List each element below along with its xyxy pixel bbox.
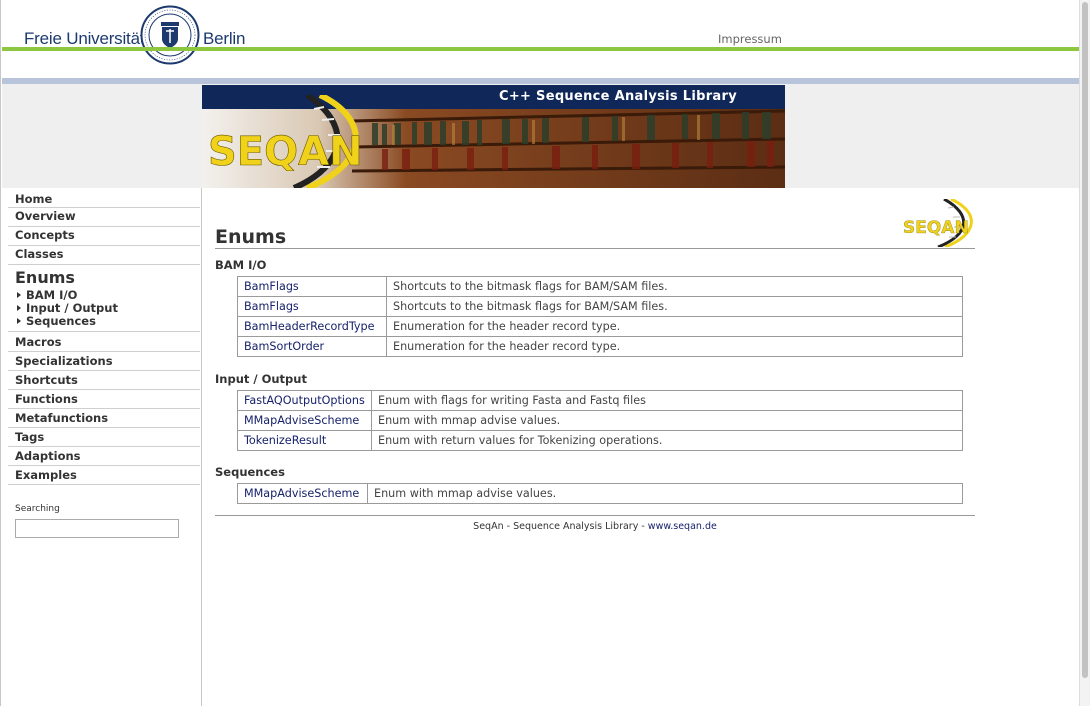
university-seal-icon[interactable]	[140, 5, 200, 65]
enum-description: Enumeration for the header record type.	[386, 336, 963, 357]
nav-divider	[8, 264, 200, 265]
enum-description: Enum with return values for Tokenizing o…	[371, 430, 963, 451]
nav-item-macros[interactable]: Macros	[15, 335, 202, 349]
nav-item-home[interactable]: Home	[15, 192, 202, 206]
nav-item-adaptions[interactable]: Adaptions	[15, 449, 202, 463]
nav-subitem-sequences[interactable]: Sequences	[17, 314, 96, 328]
page-title: Enums	[215, 226, 287, 248]
enum-description: Enum with mmap advise values.	[371, 410, 963, 431]
nav-divider	[8, 484, 200, 485]
footer-link[interactable]: www.seqan.de	[648, 521, 717, 532]
arrow-right-icon	[17, 318, 21, 324]
sidebar-nav: Home Overview Concepts Classes Enums BAM…	[2, 188, 202, 706]
nav-divider	[8, 351, 200, 352]
brand-right-text[interactable]: Berlin	[203, 29, 245, 49]
nav-divider	[8, 465, 200, 466]
nav-item-enums-current[interactable]: Enums	[15, 268, 75, 287]
nav-divider	[8, 370, 200, 371]
enum-table-bam-io: BamFlags Shortcuts to the bitmask flags …	[237, 276, 963, 357]
enum-link[interactable]: MMapAdviseScheme	[237, 410, 372, 431]
nav-divider	[8, 408, 200, 409]
enum-link[interactable]: BamFlags	[237, 296, 387, 317]
footer-divider	[215, 515, 975, 516]
enum-link[interactable]: BamSortOrder	[237, 336, 387, 357]
section-heading-bam-io: BAM I/O	[215, 258, 267, 272]
title-divider	[215, 248, 975, 249]
search-label: Searching	[15, 504, 60, 514]
nav-item-specializations[interactable]: Specializations	[15, 354, 202, 368]
vertical-scrollbar[interactable]	[1079, 0, 1090, 706]
seqan-small-logo-icon: SEQAN	[903, 199, 973, 247]
nav-divider	[8, 245, 200, 246]
enum-link[interactable]: BamHeaderRecordType	[237, 316, 387, 337]
nav-item-examples[interactable]: Examples	[15, 468, 202, 482]
table-row: BamHeaderRecordType Enumeration for the …	[237, 316, 963, 337]
small-logo-text: SEQAN	[903, 218, 969, 238]
enum-link[interactable]: FastAQOutputOptions	[237, 390, 372, 411]
banner: C++ Sequence Analysis Library SEQAN	[202, 85, 785, 188]
impressum-link[interactable]: Impressum	[718, 32, 782, 46]
table-row: BamFlags Shortcuts to the bitmask flags …	[237, 296, 963, 317]
table-row: BamFlags Shortcuts to the bitmask flags …	[237, 276, 963, 297]
enum-link[interactable]: TokenizeResult	[237, 430, 372, 451]
enum-link[interactable]: MMapAdviseScheme	[237, 483, 368, 504]
section-heading-sequences: Sequences	[215, 465, 285, 479]
table-row: TokenizeResult Enum with return values f…	[237, 430, 963, 451]
enum-description: Shortcuts to the bitmask flags for BAM/S…	[386, 296, 963, 317]
nav-item-overview[interactable]: Overview	[15, 209, 202, 223]
banner-logo-text: SEQAN	[208, 129, 363, 175]
nav-divider	[8, 331, 200, 332]
page: Freie Universität Berlin Impressum C++ S…	[0, 0, 1089, 706]
nav-item-functions[interactable]: Functions	[15, 392, 202, 406]
search-input[interactable]	[15, 519, 179, 538]
seqan-banner-logo-icon: SEQAN	[208, 95, 363, 188]
footer: SeqAn - Sequence Analysis Library - www.…	[215, 521, 975, 532]
nav-item-classes[interactable]: Classes	[15, 247, 202, 261]
enum-link[interactable]: BamFlags	[237, 276, 387, 297]
nav-subitem-input-output[interactable]: Input / Output	[17, 301, 118, 315]
site-header: Freie Universität Berlin Impressum	[2, 0, 1080, 78]
enum-description: Enumeration for the header record type.	[386, 316, 963, 337]
table-row: BamSortOrder Enumeration for the header …	[237, 336, 963, 357]
nav-item-metafunctions[interactable]: Metafunctions	[15, 411, 202, 425]
nav-divider	[8, 446, 200, 447]
enum-description: Shortcuts to the bitmask flags for BAM/S…	[386, 276, 963, 297]
table-row: MMapAdviseScheme Enum with mmap advise v…	[237, 483, 963, 504]
enum-table-input-output: FastAQOutputOptions Enum with flags for …	[237, 390, 963, 451]
arrow-right-icon	[17, 292, 21, 298]
table-row: MMapAdviseScheme Enum with mmap advise v…	[237, 410, 963, 431]
nav-item-concepts[interactable]: Concepts	[15, 228, 202, 242]
scrollbar-thumb[interactable]	[1082, 2, 1088, 678]
nav-item-tags[interactable]: Tags	[15, 430, 202, 444]
header-green-divider	[2, 47, 1080, 51]
table-row: FastAQOutputOptions Enum with flags for …	[237, 390, 963, 411]
footer-text: SeqAn - Sequence Analysis Library -	[473, 521, 648, 532]
nav-item-shortcuts[interactable]: Shortcuts	[15, 373, 202, 387]
nav-subitem-bam-io[interactable]: BAM I/O	[17, 288, 77, 302]
enum-description: Enum with flags for writing Fasta and Fa…	[371, 390, 963, 411]
enum-description: Enum with mmap advise values.	[367, 483, 963, 504]
section-heading-input-output: Input / Output	[215, 372, 307, 386]
enum-table-sequences: MMapAdviseScheme Enum with mmap advise v…	[237, 483, 963, 504]
nav-divider	[8, 207, 200, 208]
brand-left-text[interactable]: Freie Universität	[24, 29, 145, 49]
nav-divider	[8, 226, 200, 227]
nav-divider	[8, 389, 200, 390]
arrow-right-icon	[17, 305, 21, 311]
nav-divider	[8, 427, 200, 428]
